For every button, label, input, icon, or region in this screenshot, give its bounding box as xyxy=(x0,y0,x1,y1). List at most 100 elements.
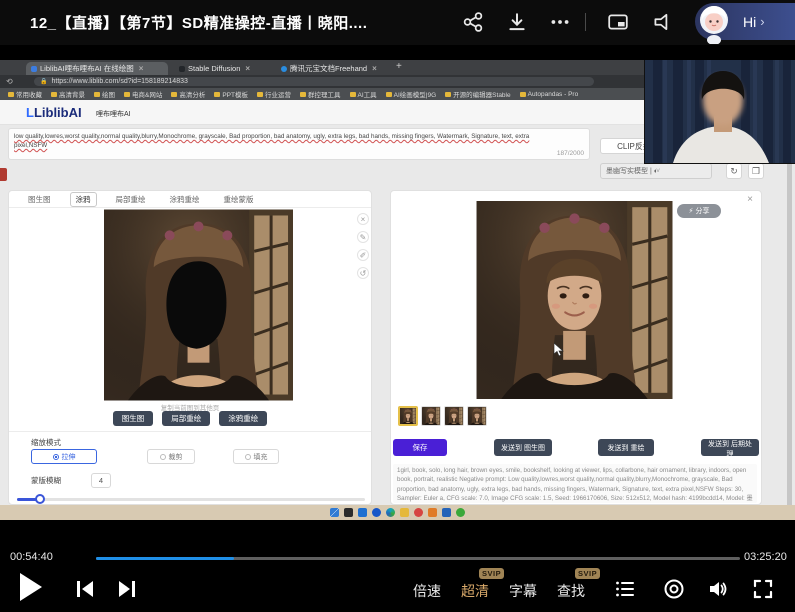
side-red-tab[interactable] xyxy=(0,168,7,181)
lightning-icon: ⚡ xyxy=(688,208,694,215)
tab-sketch[interactable]: 涂鸦 xyxy=(69,191,97,207)
tab-inpaint-sketch[interactable]: 涂鸦重绘 xyxy=(165,193,205,206)
refresh-model-button[interactable]: ↻ xyxy=(726,163,742,179)
save-button[interactable]: 保存 xyxy=(393,439,447,456)
tab-favicon xyxy=(31,65,37,72)
fullscreen-icon[interactable] xyxy=(752,578,774,600)
new-tab-button[interactable]: + xyxy=(396,61,402,72)
windows-taskbar xyxy=(0,505,795,520)
undo-icon[interactable]: ↺ xyxy=(357,267,369,279)
taskbar-app-icon[interactable] xyxy=(456,508,465,517)
start-icon[interactable] xyxy=(330,508,339,517)
tab-inpaint-upload[interactable]: 重绘蒙版 xyxy=(219,193,259,206)
bookmark-item[interactable]: 高清背景 xyxy=(51,89,85,99)
tab-close-icon[interactable]: × xyxy=(372,64,377,73)
share-button[interactable]: ⚡ 分享 xyxy=(677,204,721,218)
bookmark-item[interactable]: 群控理工具 xyxy=(300,89,341,99)
clear-image-icon[interactable]: × xyxy=(357,213,369,225)
folder-icon xyxy=(94,91,100,97)
tab-close-icon[interactable]: × xyxy=(245,64,250,73)
share-icon[interactable] xyxy=(462,11,484,33)
previous-button[interactable] xyxy=(74,578,96,600)
browser-tab-sd[interactable]: Stable Diffusion × xyxy=(174,62,270,75)
copy-to-img2img-button[interactable]: 图生图 xyxy=(112,411,154,426)
liblib-logo[interactable]: LLiblibAI xyxy=(26,105,82,120)
result-thumbnail[interactable] xyxy=(421,406,441,426)
radio-icon xyxy=(159,453,166,460)
bookmark-item[interactable]: 开源的编辑器Stable xyxy=(445,89,511,99)
bookmark-item[interactable]: 常用收藏 xyxy=(8,89,42,99)
taskbar-app-icon[interactable] xyxy=(428,508,437,517)
result-thumbnail[interactable] xyxy=(398,406,418,426)
taskbar-folder-icon[interactable] xyxy=(400,508,409,517)
bookmark-item[interactable]: AI工具 xyxy=(349,89,377,99)
svip-badge-find: SVIP xyxy=(575,568,601,579)
copy-to-inpaint-sketch-button[interactable]: 涂鸦重绘 xyxy=(219,411,268,426)
slider-handle[interactable] xyxy=(35,494,45,504)
pencil-icon[interactable]: ✎ xyxy=(357,231,369,243)
source-image-masked-face[interactable] xyxy=(104,209,293,401)
browser-tab-doc[interactable]: 腾讯元宝文档Freehand × xyxy=(276,62,388,75)
account-label: Hi xyxy=(743,13,757,30)
download-icon[interactable] xyxy=(506,11,528,33)
taskbar-shield-icon[interactable] xyxy=(372,508,381,517)
find-button[interactable]: 查找 xyxy=(557,581,585,601)
copy-buttons-row: 图生图 局部重绘 涂鸦重绘 xyxy=(9,411,371,426)
taskbar-edge-icon[interactable] xyxy=(386,508,395,517)
next-button[interactable] xyxy=(116,578,138,600)
send-to-inpaint-button[interactable]: 发送到 重绘 xyxy=(598,439,654,456)
quality-button[interactable]: 超清 xyxy=(461,581,489,601)
bookmark-item[interactable]: PPT模板 xyxy=(214,89,248,99)
bookmark-item[interactable]: 高清分析 xyxy=(171,89,205,99)
taskbar-app-icon[interactable] xyxy=(442,508,451,517)
tab-img2img[interactable]: 图生图 xyxy=(23,193,56,206)
volume-icon[interactable] xyxy=(707,578,729,600)
result-thumbnail[interactable] xyxy=(444,406,464,426)
send-to-img2img-button[interactable]: 发送到 图生图 xyxy=(494,439,552,456)
page-scrollbar[interactable] xyxy=(787,100,792,520)
cast-icon[interactable] xyxy=(651,11,673,33)
bookmark-item[interactable]: AI绘画模型|9G xyxy=(385,89,436,99)
picture-in-picture-icon[interactable] xyxy=(607,11,629,33)
bookmark-item[interactable]: 电商&网站 xyxy=(124,89,162,99)
current-time: 00:54:40 xyxy=(10,551,53,563)
folder-icon xyxy=(171,91,178,97)
copy-model-button[interactable]: ❐ xyxy=(748,163,764,179)
tab-inpaint[interactable]: 局部重绘 xyxy=(111,193,151,206)
playlist-icon[interactable] xyxy=(615,579,635,599)
progress-bar[interactable] xyxy=(96,557,740,560)
record-icon[interactable] xyxy=(663,578,685,600)
send-to-extras-button[interactable]: 发送到 后期处理 xyxy=(701,439,759,458)
playback-speed-button[interactable]: 倍速 xyxy=(413,581,441,601)
logo-tagline: 哩布哩布AI xyxy=(96,111,131,118)
browser-nav-icons[interactable]: ⟲ xyxy=(6,77,16,86)
play-button[interactable] xyxy=(20,573,42,601)
tab-close-icon[interactable]: × xyxy=(139,64,144,73)
generated-image[interactable] xyxy=(476,201,673,399)
account-button[interactable]: Hi › xyxy=(695,3,795,44)
close-icon[interactable]: × xyxy=(747,194,753,205)
negative-prompt-box[interactable]: low quality,lowres,worst quality,normal … xyxy=(8,128,590,160)
brush-icon[interactable]: ✐ xyxy=(357,249,369,261)
resize-option-fill[interactable]: 填充 xyxy=(233,449,279,464)
resize-option-crop[interactable]: 裁剪 xyxy=(147,449,195,464)
result-thumbnail[interactable] xyxy=(467,406,487,426)
subtitle-button[interactable]: 字幕 xyxy=(509,581,537,601)
mask-blur-value[interactable]: 4 xyxy=(91,473,111,488)
more-icon[interactable] xyxy=(549,11,571,33)
mask-blur-slider[interactable] xyxy=(17,494,365,504)
browser-tab-liblib[interactable]: LiblibAI哩布哩布AI 在线绘图 × xyxy=(26,62,168,75)
bookmark-item[interactable]: Autopandas - Pro xyxy=(519,91,578,98)
address-bar[interactable]: 🔒 https://www.liblib.com/sd?id=158189214… xyxy=(34,77,594,86)
taskbar-app-icon[interactable] xyxy=(344,508,353,517)
copy-to-inpaint-button[interactable]: 局部重绘 xyxy=(162,411,211,426)
resize-option-stretch[interactable]: 拉伸 xyxy=(31,449,97,464)
bookmark-item[interactable]: 绘图 xyxy=(94,89,115,99)
taskbar-app-icon[interactable] xyxy=(358,508,367,517)
bookmark-item[interactable]: 行业运营 xyxy=(257,89,291,99)
model-select[interactable]: 墨幽写实模型 | ● ˅ xyxy=(600,163,712,179)
video-player: 12_【直播】【第7节】SD精准操控-直播丨晓阳.... Hi › Liblib… xyxy=(0,0,795,612)
taskbar-browser-icon[interactable] xyxy=(414,508,423,517)
folder-icon xyxy=(51,91,57,97)
folder-icon xyxy=(300,91,306,97)
